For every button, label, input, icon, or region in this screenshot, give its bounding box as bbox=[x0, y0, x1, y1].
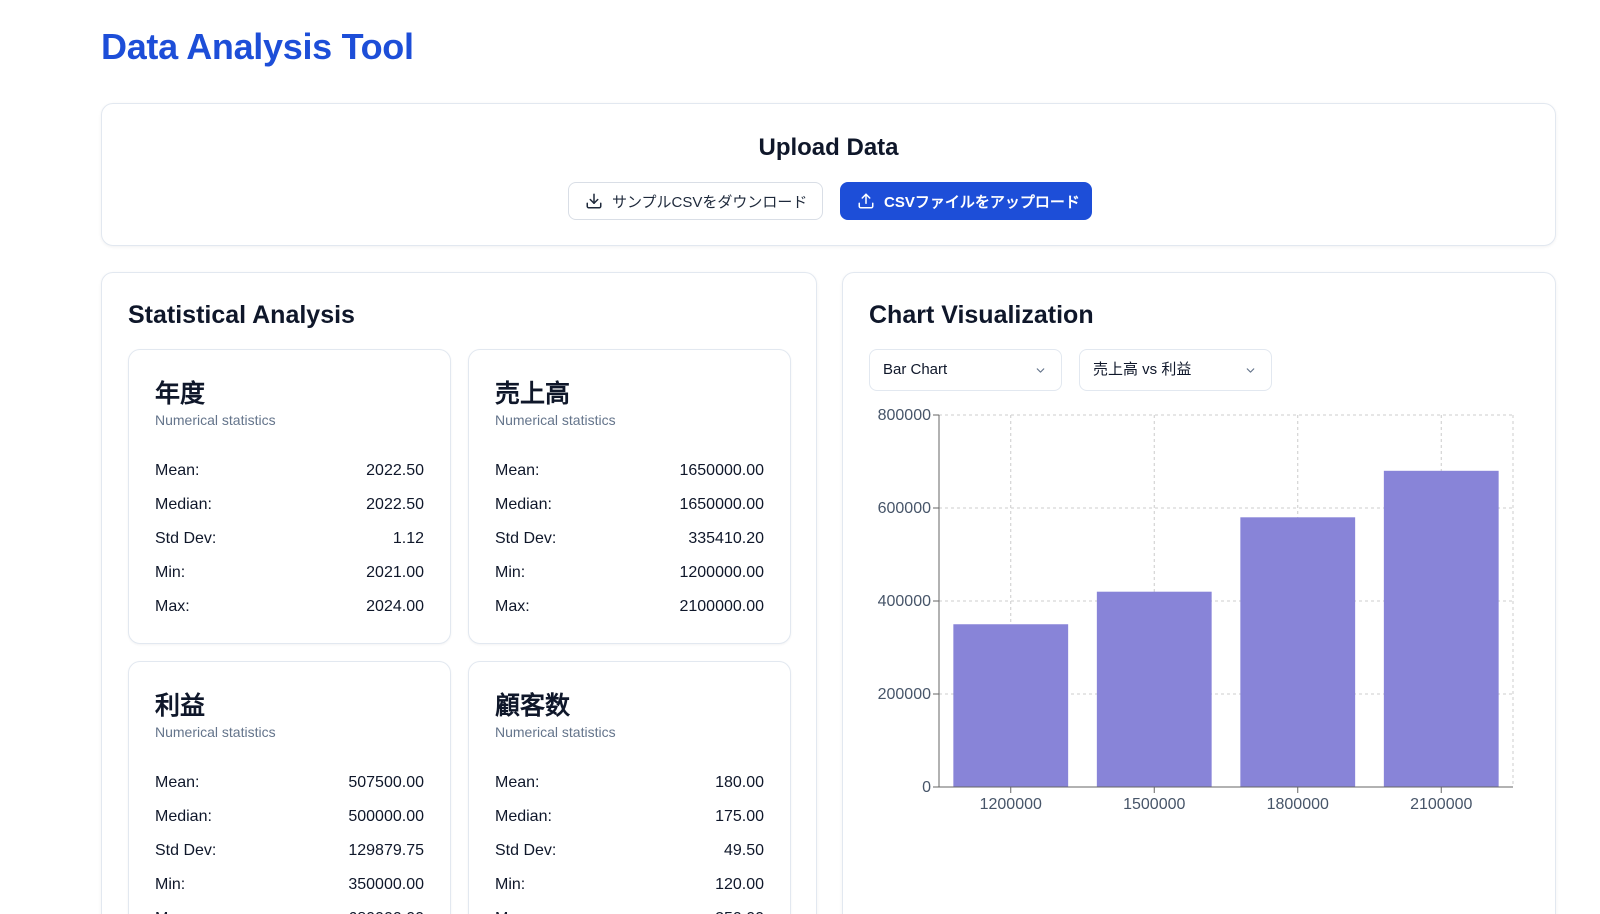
download-icon bbox=[586, 193, 602, 209]
stat-row-min: Min: 2021.00 bbox=[155, 556, 424, 590]
app-title: Data Analysis Tool bbox=[101, 26, 414, 67]
stat-row-min: Min: 350000.00 bbox=[155, 868, 424, 902]
stat-row-max: Max: 2024.00 bbox=[155, 590, 424, 624]
stat-value: 2022.50 bbox=[366, 496, 424, 513]
stat-value: 680000.00 bbox=[348, 902, 424, 914]
stat-label: Median: bbox=[495, 496, 552, 513]
x-tick-label: 1500000 bbox=[1123, 796, 1185, 813]
stat-value: 250.00 bbox=[715, 902, 764, 914]
stat-value: 1200000.00 bbox=[679, 564, 764, 581]
stat-label: Mean: bbox=[495, 462, 540, 479]
y-tick-label: 400000 bbox=[878, 593, 931, 610]
stat-row-mean: Mean: 507500.00 bbox=[155, 766, 424, 800]
stat-row-median: Median: 500000.00 bbox=[155, 800, 424, 834]
stat-card-sales: 売上高 Numerical statistics Mean: 1650000.00… bbox=[468, 349, 791, 644]
stat-value: 1.12 bbox=[392, 530, 424, 547]
stat-value: 2021.00 bbox=[366, 564, 424, 581]
x-tick-label: 1800000 bbox=[1267, 796, 1329, 813]
stat-value: 350000.00 bbox=[348, 876, 424, 893]
stat-card-profit: 利益 Numerical statistics Mean: 507500.00 M… bbox=[128, 661, 451, 914]
stat-row-mean: Mean: 1650000.00 bbox=[495, 454, 764, 488]
y-tick-label: 0 bbox=[922, 779, 931, 796]
stat-label: Min: bbox=[155, 564, 186, 581]
stat-label: Mean: bbox=[155, 462, 200, 479]
bar-chart: 0 200000 400000 600000 800000 1200000 1500000 1… bbox=[878, 407, 1514, 813]
chart-visualization-panel: Chart Visualization Bar Chart 売上高 vs 利益 … bbox=[842, 272, 1556, 914]
x-tick-label: 1200000 bbox=[980, 796, 1042, 813]
stat-row-median: Median: 2022.50 bbox=[155, 488, 424, 522]
upload-card: Upload Data サンプルCSVをダウンロード CSVファイルをアップロー… bbox=[101, 103, 1556, 246]
stat-value: 2100000.00 bbox=[679, 598, 764, 615]
upload-icon bbox=[858, 193, 874, 209]
y-tick-label: 600000 bbox=[878, 500, 931, 517]
stat-card-title: 売上高 bbox=[495, 380, 571, 408]
stat-label: Min: bbox=[495, 876, 526, 893]
stat-value: 180.00 bbox=[715, 774, 764, 791]
y-tick-label: 800000 bbox=[878, 407, 931, 424]
bar bbox=[953, 624, 1069, 787]
stat-card-subtitle: Numerical statistics bbox=[495, 724, 616, 740]
stat-row-max: Max: 250.00 bbox=[495, 902, 764, 914]
y-tick-label: 200000 bbox=[878, 686, 931, 703]
stat-row-std: Std Dev: 335410.20 bbox=[495, 522, 764, 556]
stat-label: Median: bbox=[155, 496, 212, 513]
upload-title: Upload Data bbox=[758, 134, 899, 161]
stat-card-title: 顧客数 bbox=[495, 692, 571, 720]
upload-csv-button[interactable]: CSVファイルをアップロード bbox=[840, 182, 1092, 220]
stat-card-customers: 顧客数 Numerical statistics Mean: 180.00 Med… bbox=[468, 661, 791, 914]
stat-value: 120.00 bbox=[715, 876, 764, 893]
stat-value: 2022.50 bbox=[366, 462, 424, 479]
stat-row-max: Max: 680000.00 bbox=[155, 902, 424, 914]
download-sample-csv-label: サンプルCSVをダウンロード bbox=[612, 193, 808, 211]
stat-row-median: Median: 175.00 bbox=[495, 800, 764, 834]
stat-label: Min: bbox=[155, 876, 186, 893]
statistical-analysis-title: Statistical Analysis bbox=[128, 301, 355, 329]
stat-value: 2024.00 bbox=[366, 598, 424, 615]
stat-value: 1650000.00 bbox=[679, 462, 764, 479]
stat-label: Max: bbox=[155, 598, 190, 615]
stat-label: Median: bbox=[495, 808, 552, 825]
stat-value: 507500.00 bbox=[348, 774, 424, 791]
statistical-analysis-panel: Statistical Analysis 年度 Numerical statis… bbox=[101, 272, 817, 914]
stat-value: 1650000.00 bbox=[679, 496, 764, 513]
stat-label: Mean: bbox=[155, 774, 200, 791]
stat-card-subtitle: Numerical statistics bbox=[495, 412, 616, 428]
stat-card-title: 利益 bbox=[155, 692, 206, 720]
stat-label: Max: bbox=[495, 902, 530, 914]
stat-label: Mean: bbox=[495, 774, 540, 791]
page: Data Analysis Tool Upload Data サンプルCSVをダ… bbox=[0, 0, 1600, 914]
stat-row-std: Std Dev: 49.50 bbox=[495, 834, 764, 868]
stat-card-title: 年度 bbox=[155, 380, 206, 408]
bar bbox=[1096, 591, 1212, 787]
stat-row-mean: Mean: 2022.50 bbox=[155, 454, 424, 488]
stat-label: Std Dev: bbox=[495, 530, 557, 547]
stat-row-max: Max: 2100000.00 bbox=[495, 590, 764, 624]
stat-row-min: Min: 1200000.00 bbox=[495, 556, 764, 590]
stat-row-std: Std Dev: 1.12 bbox=[155, 522, 424, 556]
stat-value: 49.50 bbox=[723, 842, 764, 859]
stat-row-std: Std Dev: 129879.75 bbox=[155, 834, 424, 868]
stat-label: Max: bbox=[495, 598, 530, 615]
stat-label: Median: bbox=[155, 808, 212, 825]
stat-label: Std Dev: bbox=[155, 530, 217, 547]
stat-label: Std Dev: bbox=[155, 842, 217, 859]
stat-row-mean: Mean: 180.00 bbox=[495, 766, 764, 800]
stat-label: Max: bbox=[155, 902, 190, 914]
stat-row-min: Min: 120.00 bbox=[495, 868, 764, 902]
stat-label: Std Dev: bbox=[495, 842, 557, 859]
stat-card-year: 年度 Numerical statistics Mean: 2022.50 Med… bbox=[128, 349, 451, 644]
stat-value: 500000.00 bbox=[348, 808, 424, 825]
stat-row-median: Median: 1650000.00 bbox=[495, 488, 764, 522]
bar bbox=[1240, 517, 1356, 787]
stat-label: Min: bbox=[495, 564, 526, 581]
stat-value: 335410.20 bbox=[688, 530, 764, 547]
download-sample-csv-button[interactable]: サンプルCSVをダウンロード bbox=[568, 182, 823, 220]
bar bbox=[1383, 470, 1499, 787]
stat-card-subtitle: Numerical statistics bbox=[155, 724, 276, 740]
stat-card-subtitle: Numerical statistics bbox=[155, 412, 276, 428]
x-tick-label: 2100000 bbox=[1410, 796, 1472, 813]
stat-value: 129879.75 bbox=[348, 842, 424, 859]
upload-csv-label: CSVファイルをアップロード bbox=[884, 193, 1080, 211]
stat-value: 175.00 bbox=[715, 808, 764, 825]
